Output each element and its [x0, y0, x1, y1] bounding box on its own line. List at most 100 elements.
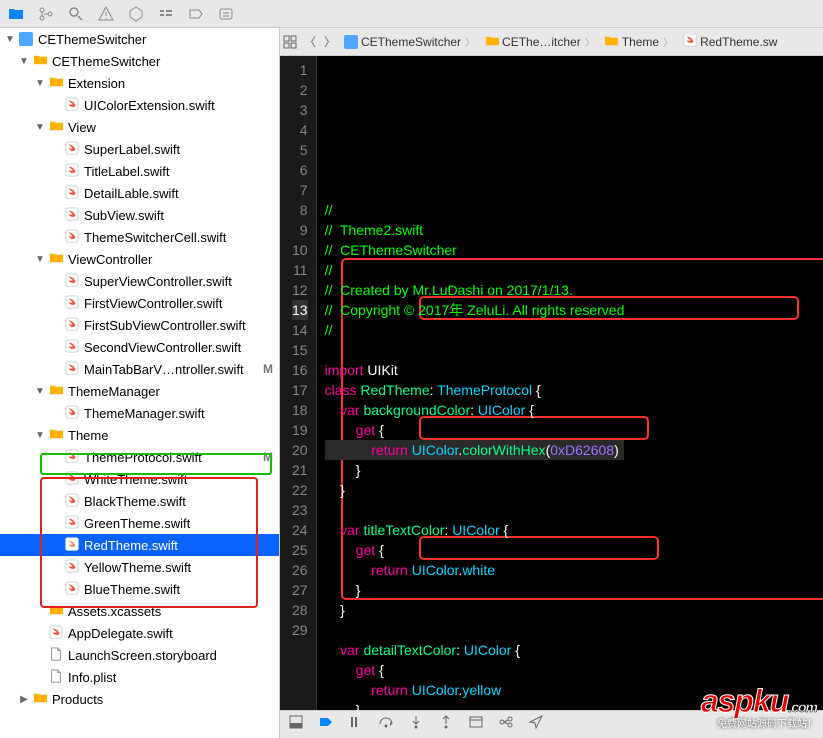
tree-row[interactable]: FirstViewController.swift [0, 292, 279, 314]
code-line[interactable]: // CEThemeSwitcher [325, 240, 625, 260]
code-line[interactable]: } [325, 580, 625, 600]
tree-row[interactable]: WhiteTheme.swift [0, 468, 279, 490]
line-number[interactable]: 9 [292, 220, 308, 240]
forward-icon[interactable]: 〉 [320, 33, 340, 50]
line-number[interactable]: 26 [292, 560, 308, 580]
line-number[interactable]: 3 [292, 100, 308, 120]
code-line[interactable]: var detailTextColor: UIColor { [325, 640, 625, 660]
line-number[interactable]: 1 [292, 60, 308, 80]
step-out-icon[interactable] [438, 714, 454, 735]
breakpoint-toggle-icon[interactable] [318, 714, 334, 735]
line-number[interactable]: 14 [292, 320, 308, 340]
line-number[interactable]: 4 [292, 120, 308, 140]
tree-row[interactable]: ThemeSwitcherCell.swift [0, 226, 279, 248]
tree-row[interactable]: ThemeProtocol.swiftM [0, 446, 279, 468]
tree-row[interactable]: BlackTheme.swift [0, 490, 279, 512]
line-number[interactable]: 23 [292, 500, 308, 520]
tree-row[interactable]: UIColorExtension.swift [0, 94, 279, 116]
tests-icon[interactable] [128, 6, 144, 22]
line-number[interactable]: 21 [292, 460, 308, 480]
tree-row[interactable]: Extension [0, 72, 279, 94]
disclosure-triangle[interactable] [4, 34, 16, 45]
tree-row[interactable]: SuperLabel.swift [0, 138, 279, 160]
tree-row[interactable]: ThemeManager [0, 380, 279, 402]
line-number[interactable]: 17 [292, 380, 308, 400]
debug-nav-icon[interactable] [158, 6, 174, 22]
line-number[interactable]: 2 [292, 80, 308, 100]
search-icon[interactable] [68, 6, 84, 22]
step-into-icon[interactable] [408, 714, 424, 735]
view-debug-icon[interactable] [468, 714, 484, 735]
code-line[interactable]: return UIColor.colorWithHex(0xD62608) [325, 440, 625, 460]
line-number[interactable]: 6 [292, 160, 308, 180]
line-number[interactable]: 15 [292, 340, 308, 360]
code-line[interactable] [325, 620, 625, 640]
disclosure-triangle[interactable] [34, 78, 46, 89]
tree-row[interactable]: CEThemeSwitcher [0, 28, 279, 50]
tree-row[interactable]: YellowTheme.swift [0, 556, 279, 578]
code-line[interactable]: } [325, 460, 625, 480]
breadcrumb-segment[interactable]: CEThemeSwitcher〉 [340, 34, 481, 49]
disclosure-triangle[interactable] [34, 254, 46, 265]
line-number[interactable]: 29 [292, 620, 308, 640]
breadcrumb-segment[interactable]: CEThe…itcher〉 [481, 34, 601, 49]
code-line[interactable]: // Theme2.swift [325, 220, 625, 240]
tree-row[interactable]: MainTabBarV…ntroller.swiftM [0, 358, 279, 380]
tree-row[interactable]: GreenTheme.swift [0, 512, 279, 534]
tree-row[interactable]: LaunchScreen.storyboard [0, 644, 279, 666]
code-line[interactable]: get { [325, 420, 625, 440]
disclosure-triangle[interactable] [34, 430, 46, 441]
line-number[interactable]: 18 [292, 400, 308, 420]
tree-row[interactable]: ThemeManager.swift [0, 402, 279, 424]
disclosure-triangle[interactable] [34, 386, 46, 397]
line-number[interactable]: 28 [292, 600, 308, 620]
code-line[interactable] [325, 500, 625, 520]
disclosure-triangle[interactable] [34, 122, 46, 133]
tree-row[interactable]: ViewController [0, 248, 279, 270]
code-content[interactable]: //// Theme2.swift// CEThemeSwitcher//// … [317, 56, 633, 710]
tree-row[interactable]: RedTheme.swift [0, 534, 279, 556]
line-number[interactable]: 16 [292, 360, 308, 380]
location-icon[interactable] [528, 714, 544, 735]
reports-icon[interactable] [218, 6, 234, 22]
code-line[interactable]: var titleTextColor: UIColor { [325, 520, 625, 540]
step-over-icon[interactable] [378, 714, 394, 735]
disclosure-triangle[interactable] [18, 56, 30, 67]
related-items-icon[interactable] [280, 35, 300, 49]
code-line[interactable]: } [325, 480, 625, 500]
line-number[interactable]: 5 [292, 140, 308, 160]
line-number[interactable]: 7 [292, 180, 308, 200]
tree-row[interactable]: AppDelegate.swift [0, 622, 279, 644]
memory-graph-icon[interactable] [498, 714, 514, 735]
code-line[interactable]: class RedTheme: ThemeProtocol { [325, 380, 625, 400]
toggle-debug-icon[interactable] [288, 714, 304, 735]
project-navigator[interactable]: CEThemeSwitcherCEThemeSwitcherExtensionU… [0, 28, 280, 738]
continue-icon[interactable] [348, 714, 364, 735]
source-control-icon[interactable] [38, 6, 54, 22]
line-number[interactable]: 10 [292, 240, 308, 260]
line-number[interactable]: 20 [292, 440, 308, 460]
code-line[interactable] [325, 340, 625, 360]
tree-row[interactable]: Info.plist [0, 666, 279, 688]
folder-nav-icon[interactable] [8, 6, 24, 22]
code-line[interactable]: // [325, 260, 625, 280]
tree-row[interactable]: CEThemeSwitcher [0, 50, 279, 72]
code-line[interactable]: // Created by Mr.LuDashi on 2017/1/13. [325, 280, 625, 300]
code-line[interactable]: // [325, 200, 625, 220]
line-number[interactable]: 24 [292, 520, 308, 540]
tree-row[interactable]: SubView.swift [0, 204, 279, 226]
tree-row[interactable]: DetailLable.swift [0, 182, 279, 204]
code-line[interactable]: } [325, 600, 625, 620]
tree-row[interactable]: Theme [0, 424, 279, 446]
line-number[interactable]: 22 [292, 480, 308, 500]
tree-row[interactable]: SecondViewController.swift [0, 336, 279, 358]
line-number[interactable]: 13 [292, 300, 308, 320]
tree-row[interactable]: View [0, 116, 279, 138]
tree-row[interactable]: FirstSubViewController.swift [0, 314, 279, 336]
line-number[interactable]: 8 [292, 200, 308, 220]
breakpoints-icon[interactable] [188, 6, 204, 22]
tree-row[interactable]: Assets.xcassets [0, 600, 279, 622]
code-line[interactable]: } [325, 700, 625, 710]
line-number[interactable]: 11 [292, 260, 308, 280]
tree-row[interactable]: SuperViewController.swift [0, 270, 279, 292]
